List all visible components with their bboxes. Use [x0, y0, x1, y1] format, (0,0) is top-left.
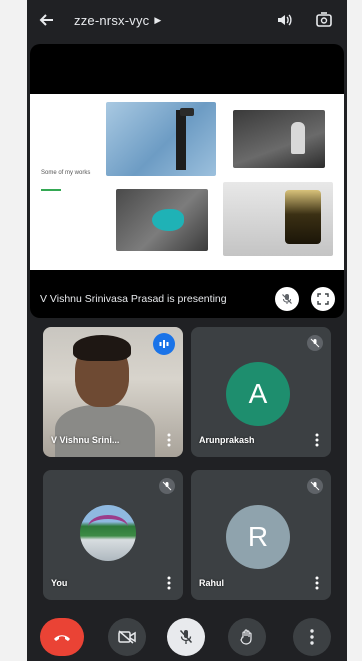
presentation-panel[interactable]: Some of my works V Vishnu Srinivasa Pras…: [30, 44, 344, 318]
call-controls: [27, 612, 347, 661]
mic-off-icon: [307, 335, 323, 351]
fullscreen-icon[interactable]: [311, 287, 335, 311]
slide-title-underline: [41, 189, 61, 191]
meeting-code: zze-nrsx-vyc: [74, 12, 150, 28]
mic-off-icon[interactable]: [167, 618, 205, 656]
participant-tile[interactable]: R Rahul: [191, 470, 331, 600]
mic-off-icon: [307, 478, 323, 494]
speaking-indicator-icon: [153, 333, 175, 355]
slide-image-cup: [116, 189, 208, 251]
slide-image-jar: [223, 182, 333, 256]
meeting-code-button[interactable]: zze-nrsx-vyc ▶: [74, 13, 161, 28]
chevron-right-icon: ▶: [154, 14, 162, 25]
participant-name: Arunprakash: [199, 435, 255, 445]
avatar: R: [226, 505, 290, 569]
more-vert-icon[interactable]: [165, 433, 173, 447]
participant-name: You: [51, 578, 68, 588]
participant-tile[interactable]: You: [43, 470, 183, 600]
slide-image-bottle: [233, 110, 325, 168]
mic-off-icon[interactable]: [275, 287, 299, 311]
hang-up-icon[interactable]: [40, 618, 84, 656]
presenting-label: V Vishnu Srinivasa Prasad is presenting: [40, 293, 227, 305]
slide-image-tap: [106, 102, 216, 176]
avatar: A: [226, 362, 290, 426]
switch-camera-icon[interactable]: [313, 9, 335, 31]
presenting-bar: V Vishnu Srinivasa Prasad is presenting: [30, 280, 344, 318]
speaker-icon[interactable]: [273, 9, 295, 31]
participant-tile[interactable]: A Arunprakash: [191, 327, 331, 457]
more-vert-icon[interactable]: [293, 618, 331, 656]
participant-name: Rahul: [199, 578, 225, 588]
meet-screen: zze-nrsx-vyc ▶ Some of my works V Vishnu…: [27, 0, 347, 661]
more-vert-icon[interactable]: [313, 576, 321, 590]
top-bar: zze-nrsx-vyc ▶: [27, 0, 347, 40]
participant-name: V Vishnu Srini...: [51, 435, 120, 445]
avatar: [80, 505, 136, 561]
camera-off-icon[interactable]: [108, 618, 146, 656]
back-arrow-icon[interactable]: [36, 9, 58, 31]
mic-off-icon: [159, 478, 175, 494]
shared-slide: Some of my works: [30, 94, 344, 270]
more-vert-icon[interactable]: [313, 433, 321, 447]
slide-title: Some of my works: [41, 170, 91, 176]
more-vert-icon[interactable]: [165, 576, 173, 590]
participant-tile[interactable]: V Vishnu Srini...: [43, 327, 183, 457]
raise-hand-icon[interactable]: [228, 618, 266, 656]
